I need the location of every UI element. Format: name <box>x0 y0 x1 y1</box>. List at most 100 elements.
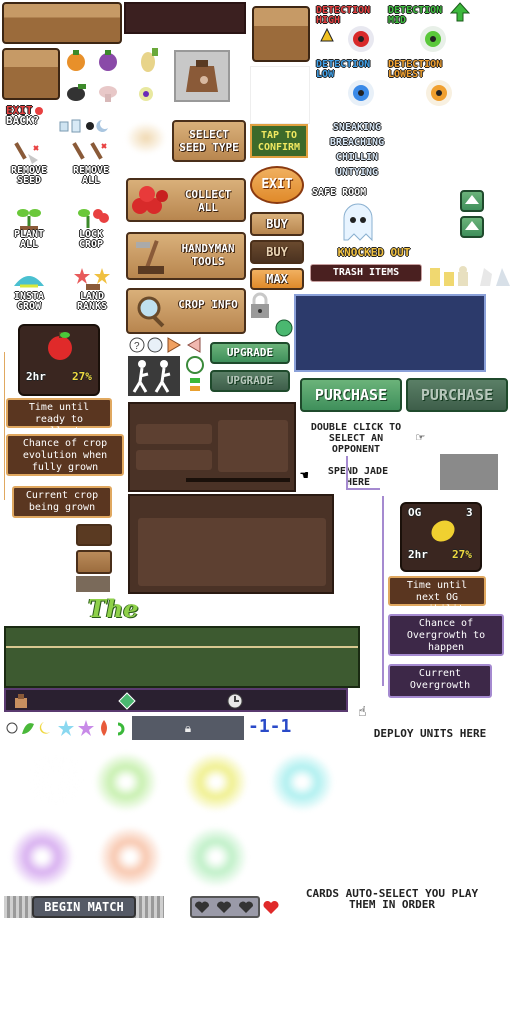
tool-remove-all[interactable]: REMOVE ALL <box>64 140 118 192</box>
og-bracket <box>382 496 384 686</box>
chat-icon <box>6 722 18 734</box>
insta-grow-icon <box>14 276 44 288</box>
clock-icon[interactable] <box>226 692 244 710</box>
deploy-units-label: DEPLOY UNITS HERE <box>373 727 487 740</box>
tool-plant-all[interactable]: PLANT ALL <box>4 204 54 256</box>
buy-button[interactable]: BUY <box>250 212 304 236</box>
lock-input-bar[interactable]: 🔒︎ <box>132 716 244 740</box>
hearts-bar <box>190 896 260 918</box>
bottom-toolbar-strip <box>4 688 348 712</box>
remove-all-label: REMOVE ALL <box>72 165 110 186</box>
collect-all-button[interactable]: COLLECT ALL <box>126 178 246 222</box>
detection-mid: DETECTION MID <box>388 2 470 58</box>
tap-to-confirm-button[interactable]: TAP TO CONFIRM <box>250 124 308 158</box>
scroll-down-button[interactable] <box>460 216 484 238</box>
handyman-tools-button[interactable]: HANDYMAN TOOLS <box>126 232 246 280</box>
purchase-button[interactable]: PURCHASE <box>300 378 402 412</box>
grey-tile <box>440 454 498 490</box>
wood-slot-2 <box>76 550 112 574</box>
back-text: BACK? <box>6 114 40 127</box>
flame-icon <box>101 720 107 736</box>
runners-tile <box>128 356 180 396</box>
status-list: SNEAKING BREACHING CHILLIN UNTYING <box>314 120 400 180</box>
svg-text:?: ? <box>134 341 140 352</box>
status-chillin: CHILLIN <box>335 152 379 163</box>
upgrade-button-disabled[interactable]: UPGRADE <box>210 370 290 392</box>
exit-back-label[interactable]: EXIT BACK? <box>6 105 62 136</box>
tooltip-og-current: Current Overgrowth <box>388 664 492 698</box>
tool-remove-seed[interactable]: REMOVE SEED <box>4 140 54 192</box>
og-count: 3 <box>466 506 473 519</box>
wood-slot-3 <box>76 576 110 592</box>
cards-auto-select-hint: CARDS AUTO-SELECT YOU PLAY THEM IN ORDER <box>305 887 479 911</box>
buy-button-disabled[interactable]: BUY <box>250 240 304 264</box>
detection-lowest: DETECTION LOWEST <box>388 60 460 112</box>
og-card: OG 3 2hr 27% <box>400 502 482 572</box>
tooltip-time-collect: Time until ready to collect <box>6 398 112 437</box>
detection-high-label: DETECTION HIGH <box>316 5 371 26</box>
crop-card-connector <box>4 352 5 500</box>
brown-dialog-panel-1 <box>128 402 296 492</box>
info-icon <box>147 337 163 353</box>
indicator-lights <box>186 356 204 391</box>
status-sneaking: SNEAKING <box>332 122 382 133</box>
pointer-hand-icon: ☞ <box>416 430 425 446</box>
og-badge: OG <box>408 506 422 519</box>
upgrade-button[interactable]: UPGRADE <box>210 342 290 364</box>
red-eye-icon <box>348 26 374 52</box>
white-glow-orb <box>28 752 84 808</box>
max-button[interactable]: MAX <box>250 268 304 290</box>
purple-glow-orb <box>10 826 74 888</box>
land-ranks-label: LAND RANKS <box>76 291 108 312</box>
collect-all-label: COLLECT ALL <box>184 188 232 214</box>
arrow-up-icon <box>465 195 479 204</box>
moon-icon <box>96 120 108 132</box>
lock-crop-icon <box>78 209 109 228</box>
knocked-out-label: KNOCKED OUT <box>337 246 411 259</box>
scroll-up-button[interactable] <box>460 190 484 212</box>
seed-bag-icon <box>186 60 218 92</box>
leaf-icon <box>22 723 34 734</box>
wood-slot-1 <box>76 524 112 546</box>
wood-panel-medium <box>2 48 60 100</box>
tool-lock-crop[interactable]: LOCK CROP <box>66 204 116 256</box>
tool-land-ranks[interactable]: LAND RANKS <box>66 266 118 318</box>
insta-grow-label: INSTA GROW <box>13 291 45 312</box>
handyman-tools-label: HANDYMAN TOOLS <box>181 242 235 268</box>
plant-all-label: PLANT ALL <box>13 229 45 250</box>
crop-info-label: CROP INFO <box>178 298 238 311</box>
brown-dialog-panel-2 <box>128 494 334 594</box>
crescent-icon <box>39 722 50 734</box>
remove-seed-label: REMOVE SEED <box>10 165 48 186</box>
bag-icon[interactable] <box>12 692 30 710</box>
hearts-icon <box>194 901 254 913</box>
lock-small-icon <box>59 121 69 132</box>
seed-bag-slot[interactable] <box>174 50 230 102</box>
select-seed-type-button[interactable]: SELECT SEED TYPE <box>172 120 246 162</box>
small-status-icons <box>59 119 108 133</box>
double-click-hint: DOUBLE CLICK TO SELECT AN OPPONENT <box>310 422 402 455</box>
purchase-button-disabled[interactable]: PURCHASE <box>406 378 508 412</box>
bracket-frame <box>346 456 380 490</box>
element-icons-row <box>6 720 125 736</box>
navy-info-panel <box>294 294 486 372</box>
chess-pieces-icon <box>430 266 510 286</box>
sprout-icon <box>17 209 41 230</box>
blue-eye-icon <box>348 80 374 106</box>
detection-high: DETECTION HIGH <box>316 6 384 58</box>
begin-match-button[interactable]: BEGIN MATCH <box>32 896 136 918</box>
lemon-icon <box>431 520 455 542</box>
green-glow-orb <box>94 752 158 812</box>
tool-insta-grow[interactable]: INSTA GROW <box>4 266 54 318</box>
green-gem-icon[interactable] <box>118 692 136 710</box>
status-breaching: BREACHING <box>329 137 385 148</box>
seed-icons-grid <box>67 48 158 102</box>
exit-button[interactable]: EXIT <box>250 166 304 204</box>
magnifier-icon <box>137 296 165 328</box>
trash-items-button[interactable]: TRASH ITEMS <box>310 264 422 282</box>
og-time-value: 2hr <box>408 548 428 561</box>
apple-icon <box>48 332 72 360</box>
crop-card: 2hr 27% <box>18 324 100 396</box>
crop-info-button[interactable]: CROP INFO <box>126 288 246 334</box>
dark-bar-panel <box>124 2 246 34</box>
